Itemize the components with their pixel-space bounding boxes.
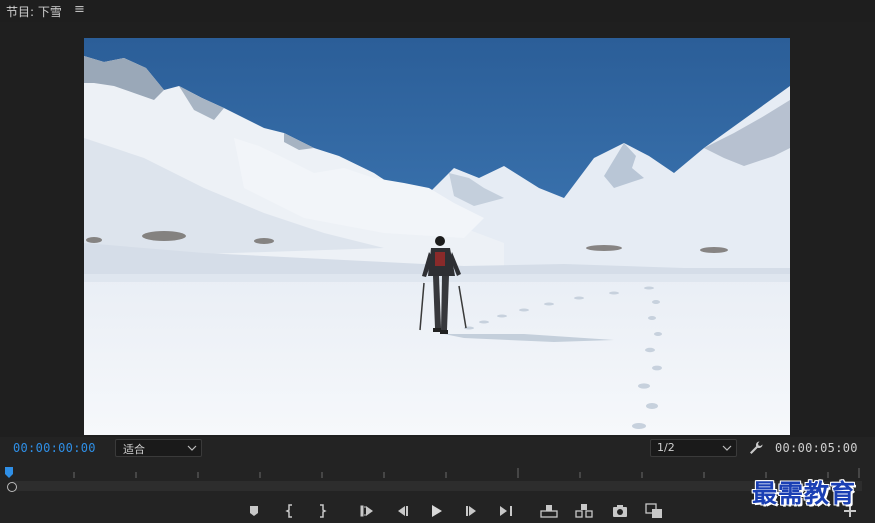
lift-icon	[540, 505, 558, 518]
export-frame-button[interactable]	[611, 502, 629, 520]
go-to-in-icon	[360, 505, 373, 517]
mark-out-icon	[320, 504, 327, 518]
zoom-level-select[interactable]: 适合	[115, 439, 202, 457]
play-icon	[432, 505, 442, 517]
watermark-logo: 最需教育	[752, 479, 857, 508]
wrench-icon[interactable]	[748, 440, 764, 456]
compare-view-button[interactable]	[645, 502, 663, 520]
playhead-timecode[interactable]: 00:00:00:00	[13, 441, 96, 455]
mark-in-button[interactable]	[281, 502, 299, 520]
play-button[interactable]	[427, 502, 445, 520]
extract-icon	[575, 504, 593, 518]
playhead-marker[interactable]	[5, 467, 13, 478]
ruler-ticks	[73, 468, 860, 478]
video-frame[interactable]	[84, 38, 790, 435]
program-monitor	[0, 22, 875, 437]
sequence-duration: 00:00:05:00	[775, 441, 858, 455]
go-to-in-button[interactable]	[358, 502, 376, 520]
go-to-out-icon	[500, 506, 512, 516]
add-marker-button[interactable]	[245, 502, 263, 520]
step-back-button[interactable]	[393, 502, 411, 520]
playback-resolution-select[interactable]: 1/2	[650, 439, 737, 457]
chevron-down-icon	[722, 445, 732, 451]
chevron-down-icon	[187, 445, 197, 451]
zoom-scroll-bar[interactable]	[12, 481, 862, 491]
panel-title[interactable]: 节目: 下雪	[6, 3, 62, 20]
snow-scene-image	[84, 38, 790, 435]
zoom-level-value: 适合	[123, 443, 145, 456]
mark-out-button[interactable]	[313, 502, 331, 520]
panel-header: 节目: 下雪 ≡	[0, 0, 875, 22]
marker-icon	[250, 506, 258, 516]
step-back-icon	[398, 506, 408, 516]
mark-in-icon	[285, 504, 292, 518]
playback-resolution-value: 1/2	[657, 441, 675, 454]
extract-button[interactable]	[575, 502, 593, 520]
panel-menu-icon[interactable]: ≡	[74, 2, 85, 17]
time-ruler[interactable]	[0, 462, 875, 492]
transport-controls	[0, 500, 875, 523]
step-forward-button[interactable]	[463, 502, 481, 520]
go-to-out-button[interactable]	[497, 502, 515, 520]
camera-icon	[613, 505, 627, 517]
monitor-controls-row: 00:00:00:00 适合 1/2 00:00:05:00	[0, 437, 875, 459]
step-forward-icon	[466, 506, 476, 516]
lift-button[interactable]	[540, 502, 558, 520]
zoom-handle[interactable]	[7, 482, 17, 492]
compare-icon	[645, 503, 662, 518]
